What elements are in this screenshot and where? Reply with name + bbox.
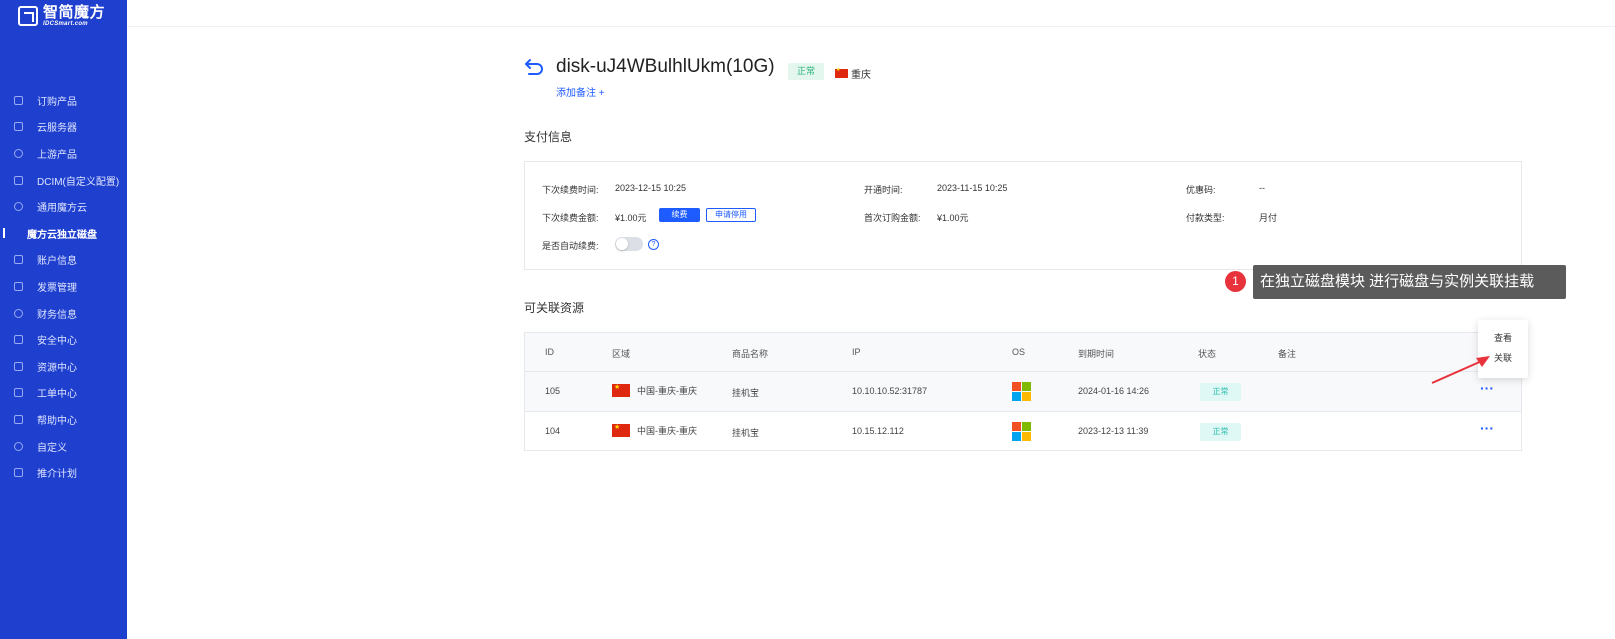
- open-time-label: 开通时间:: [864, 185, 903, 195]
- sidebar-item-tickets[interactable]: 工单中心: [0, 380, 127, 407]
- cell-ip: 10.15.12.112: [852, 426, 904, 436]
- payment-section-title: 支付信息: [524, 130, 573, 144]
- column-header-product: 商品名称: [732, 349, 769, 359]
- china-flag-icon: [612, 423, 630, 437]
- sidebar-item-upstream[interactable]: 上游产品: [0, 140, 127, 167]
- coupon-label: 优惠码:: [1186, 185, 1216, 195]
- sidebar-item-order[interactable]: 订购产品: [0, 87, 127, 114]
- brand-logo[interactable]: 智简魔方 IDCSmart.com: [18, 5, 105, 27]
- sidebar-item-dcim[interactable]: DCIM(自定义配置): [0, 167, 127, 194]
- view-menu-item[interactable]: 查看: [1478, 331, 1528, 344]
- help-book-icon: [14, 414, 23, 424]
- windows-os-icon: [1012, 422, 1031, 441]
- brand-domain: IDCSmart.com: [43, 21, 88, 27]
- sidebar-item-account[interactable]: 账户信息: [0, 247, 127, 274]
- region-label: 重庆: [835, 66, 871, 81]
- sidebar-item-referral[interactable]: 推介计划: [0, 459, 127, 486]
- cloud-icon: [14, 202, 23, 212]
- column-header-os: OS: [1012, 347, 1026, 357]
- china-flag-icon: [612, 383, 630, 397]
- lock-icon: [14, 335, 23, 345]
- document-icon: [14, 175, 23, 185]
- user-card-icon: [14, 255, 23, 265]
- sidebar-item-independent-disk[interactable]: 魔方云独立磁盘: [0, 220, 127, 247]
- cell-product: 挂机宝: [732, 428, 760, 438]
- cell-expire: 2024-01-16 14:26: [1078, 386, 1150, 396]
- status-badge: 正常: [788, 63, 825, 80]
- table-row[interactable]: 105 中国-重庆-重庆 挂机宝 10.10.10.52:31787 2024-…: [525, 372, 1521, 412]
- cell-id: 105: [545, 386, 561, 396]
- clock-icon: [14, 441, 23, 451]
- cell-region: 中国-重庆-重庆: [612, 383, 697, 397]
- resources-table: ID 区域 商品名称 IP OS 到期时间 状态 备注 105 中国-重庆-重庆…: [524, 332, 1522, 451]
- tag-icon: [14, 361, 23, 371]
- pay-type-label: 付款类型:: [1186, 213, 1225, 223]
- sidebar: 智简魔方 IDCSmart.com 订购产品 云服务器 上游产品 DCIM(自定…: [0, 0, 127, 639]
- sidebar-item-help[interactable]: 帮助中心: [0, 406, 127, 433]
- renew-button[interactable]: 续费: [659, 208, 700, 222]
- next-renew-time-label: 下次续费时间:: [542, 185, 599, 195]
- column-header-remark: 备注: [1278, 349, 1297, 359]
- finance-icon: [14, 308, 23, 318]
- cell-product: 挂机宝: [732, 388, 760, 398]
- table-row[interactable]: 104 中国-重庆-重庆 挂机宝 10.15.12.112 2023-12-13…: [525, 412, 1521, 452]
- sidebar-item-finance[interactable]: 财务信息: [0, 300, 127, 327]
- apply-stop-button[interactable]: 申请停用: [706, 208, 756, 222]
- resources-section-title: 可关联资源: [524, 301, 585, 315]
- status-badge: 正常: [1200, 383, 1241, 401]
- more-actions-button[interactable]: ···: [1480, 420, 1494, 436]
- column-header-expire: 到期时间: [1078, 349, 1115, 359]
- info-icon: [14, 148, 23, 158]
- sidebar-item-custom[interactable]: 自定义: [0, 433, 127, 460]
- open-time-value: 2023-11-15 10:25: [937, 183, 1008, 193]
- first-order-amount-label: 首次订购金额:: [864, 213, 921, 223]
- annotation-arrow-icon: [1431, 356, 1490, 384]
- pay-type-value: 月付: [1259, 213, 1278, 223]
- column-header-region: 区域: [612, 349, 631, 359]
- auto-renew-label: 是否自动续费:: [542, 241, 599, 251]
- column-header-status: 状态: [1198, 349, 1217, 359]
- cell-id: 104: [545, 426, 561, 436]
- status-badge: 正常: [1200, 423, 1241, 441]
- next-renew-amount-value: ¥1.00元: [615, 213, 647, 223]
- auto-renew-toggle[interactable]: [615, 237, 643, 251]
- page-title: disk-uJ4WBulhlUkm(10G): [556, 56, 775, 77]
- cart-icon: [14, 95, 23, 105]
- step-badge: 1: [1225, 271, 1246, 292]
- invoice-icon: [14, 281, 23, 291]
- china-flag-icon: [835, 67, 848, 78]
- database-icon: [14, 122, 23, 132]
- windows-os-icon: [1012, 382, 1031, 401]
- sidebar-nav: 订购产品 云服务器 上游产品 DCIM(自定义配置) 通用魔方云 魔方云独立磁盘…: [0, 87, 127, 486]
- next-renew-amount-label: 下次续费金额:: [542, 213, 599, 223]
- logo-mark-icon: [18, 6, 38, 26]
- back-arrow-icon[interactable]: [524, 57, 546, 77]
- sidebar-item-resources[interactable]: 资源中心: [0, 353, 127, 380]
- sidebar-item-general-cloud[interactable]: 通用魔方云: [0, 193, 127, 220]
- sidebar-item-cloud-server[interactable]: 云服务器: [0, 114, 127, 141]
- coupon-value: --: [1259, 183, 1265, 193]
- next-renew-time-value: 2023-12-15 10:25: [615, 183, 687, 193]
- brand-name: 智简魔方: [43, 4, 106, 21]
- first-order-amount-value: ¥1.00元: [937, 213, 969, 223]
- table-header: ID 区域 商品名称 IP OS 到期时间 状态 备注: [525, 333, 1521, 372]
- sidebar-item-security[interactable]: 安全中心: [0, 326, 127, 353]
- sidebar-item-invoice[interactable]: 发票管理: [0, 273, 127, 300]
- top-bar: [127, 0, 1615, 27]
- share-icon: [14, 468, 23, 478]
- payment-info-panel: 下次续费时间: 2023-12-15 10:25 开通时间: 2023-11-1…: [524, 161, 1522, 270]
- column-header-ip: IP: [852, 347, 861, 357]
- ticket-icon: [14, 388, 23, 398]
- cell-expire: 2023-12-13 11:39: [1078, 426, 1149, 436]
- annotation-tooltip: 在独立磁盘模块 进行磁盘与实例关联挂载: [1253, 265, 1566, 299]
- add-remark-link[interactable]: 添加备注 +: [556, 84, 605, 99]
- help-circle-icon[interactable]: ?: [648, 239, 659, 250]
- column-header-id: ID: [545, 347, 554, 357]
- cell-region: 中国-重庆-重庆: [612, 423, 697, 437]
- cell-ip: 10.10.10.52:31787: [852, 386, 928, 396]
